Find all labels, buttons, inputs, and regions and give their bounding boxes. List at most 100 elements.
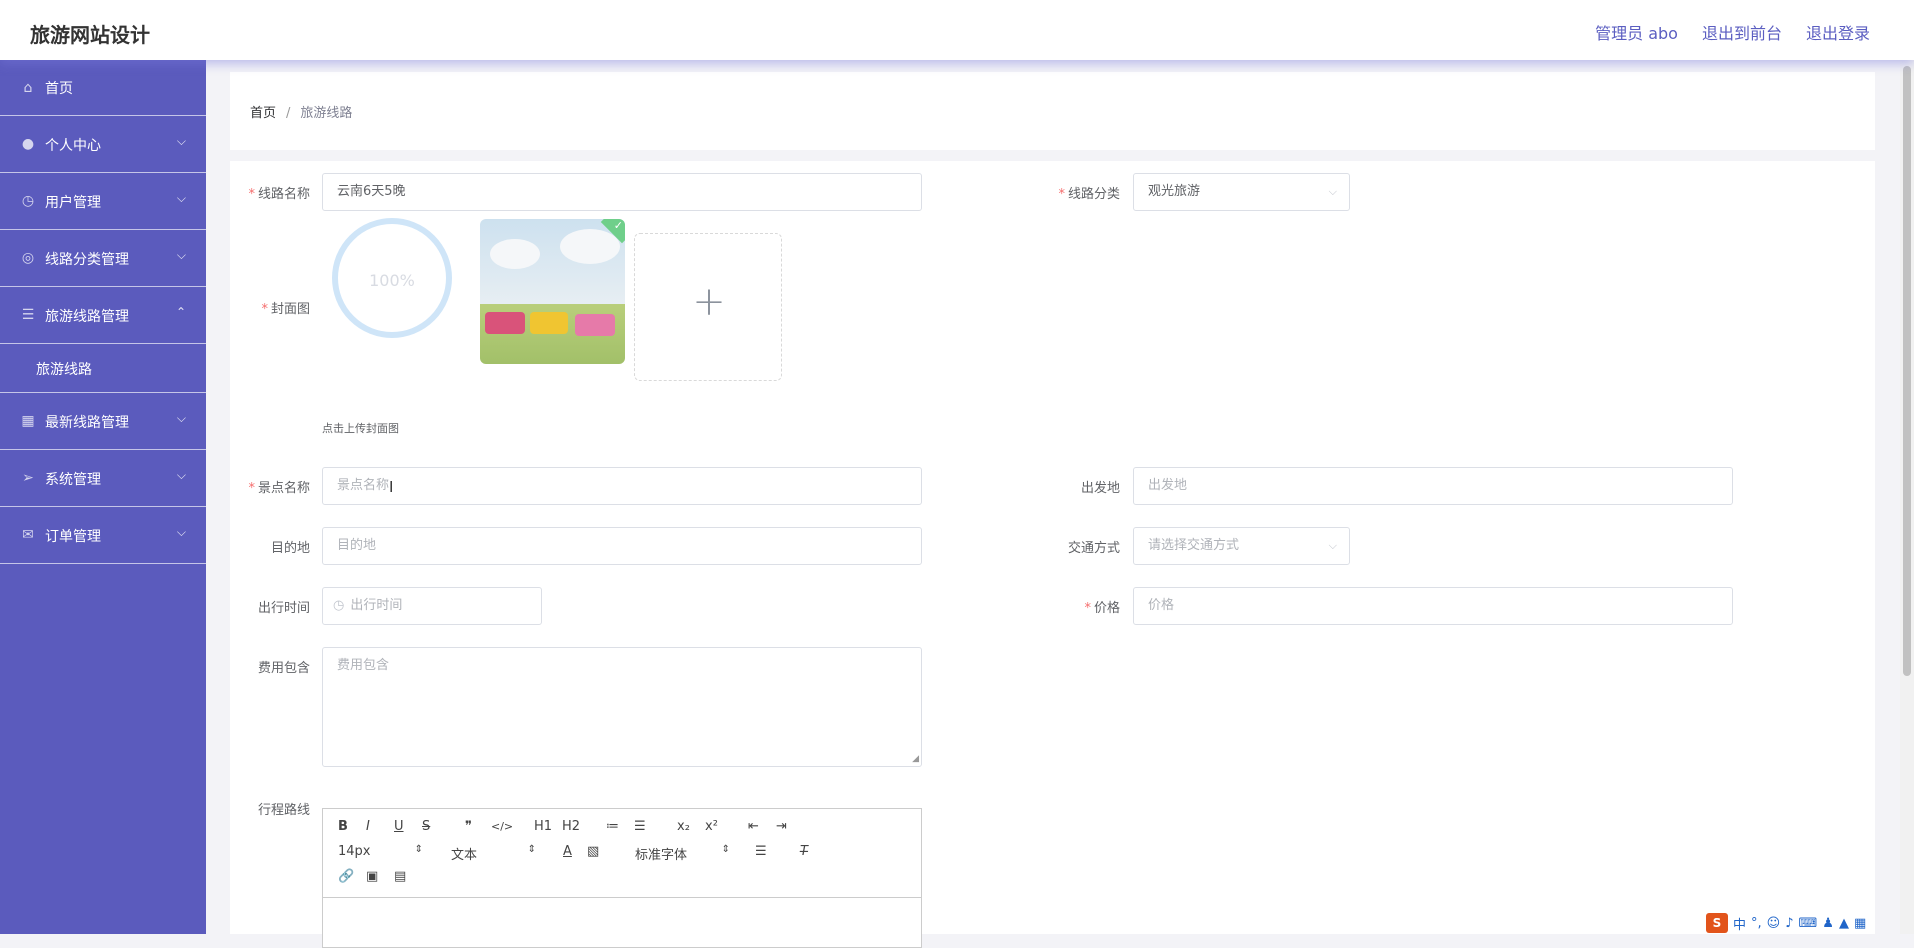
chevron-up-icon: ⌃ xyxy=(175,305,186,319)
underline-button[interactable]: U xyxy=(394,819,404,834)
sidebar-item-route-management[interactable]: ☰ 旅游线路管理 ⌃ xyxy=(0,287,206,344)
price-input[interactable]: 价格 xyxy=(1133,587,1733,625)
exit-to-front-link[interactable]: 退出到前台 xyxy=(1702,20,1782,44)
sidebar-item-latest-routes[interactable]: ▦ 最新线路管理 ⌵ xyxy=(0,393,206,450)
home-icon: ⌂ xyxy=(23,80,33,96)
font-family-select[interactable]: 标准字体 ⇕ xyxy=(635,844,730,863)
compass-icon: ◎ xyxy=(21,250,35,266)
thumb-cloud xyxy=(490,239,540,269)
route-name-input[interactable]: 云南6天5晚 xyxy=(322,173,922,211)
ime-emoji-icon[interactable]: ☺ xyxy=(1767,916,1781,931)
video-icon[interactable]: ▤ xyxy=(394,869,406,884)
chevron-down-icon: ⌵ xyxy=(1328,185,1337,198)
page-scrollbar[interactable] xyxy=(1900,60,1914,934)
italic-button[interactable]: I xyxy=(366,819,370,834)
strike-button[interactable]: S xyxy=(422,819,430,834)
h1-button[interactable]: H1 xyxy=(534,819,552,834)
text-cursor-icon: I xyxy=(389,478,394,496)
font-size-select[interactable]: 14px ⇕ xyxy=(338,844,423,859)
upload-tip: 点击上传封面图 xyxy=(322,422,399,435)
bold-button[interactable]: B xyxy=(338,819,348,834)
link-icon[interactable]: 🔗 xyxy=(338,869,354,884)
outdent-button[interactable]: ⇤ xyxy=(748,819,759,834)
superscript-button[interactable]: x² xyxy=(705,819,718,834)
ordered-list-button[interactable]: ≔ xyxy=(606,819,619,834)
mail-icon: ✉ xyxy=(22,527,34,543)
sidebar-item-routes[interactable]: 旅游线路 xyxy=(0,344,206,393)
sidebar-item-system[interactable]: ➢ 系统管理 ⌵ xyxy=(0,450,206,507)
user-icon: ● xyxy=(21,136,35,152)
depart-time-picker[interactable]: ◷ 出行时间 xyxy=(322,587,542,625)
departure-input[interactable]: 出发地 xyxy=(1133,467,1733,505)
bullet-list-button[interactable]: ☰ xyxy=(634,819,646,834)
chevron-down-icon: ⌵ xyxy=(176,248,186,262)
thumb-cloud xyxy=(560,229,620,264)
sidebar-item-label: 最新线路管理 xyxy=(45,415,129,431)
fee-includes-label: 费用包含 xyxy=(257,661,310,676)
editor-toolbar: B I U S ❞ </> H1 H2 ≔ ☰ x₂ x² ⇤ ⇥ 14px ⇕ … xyxy=(323,809,921,898)
chevron-down-icon: ⌵ xyxy=(176,525,186,539)
breadcrumb: 首页 / 旅游线路 xyxy=(250,102,352,121)
blockquote-button[interactable]: ❞ xyxy=(465,819,472,834)
app-title: 旅游网站设计 xyxy=(30,23,150,47)
itinerary-editor[interactable]: B I U S ❞ </> H1 H2 ≔ ☰ x₂ x² ⇤ ⇥ 14px ⇕ … xyxy=(322,808,922,948)
chevron-down-icon: ⌵ xyxy=(176,134,186,148)
plus-icon: + xyxy=(692,279,726,325)
breadcrumb-panel: 首页 / 旅游线路 xyxy=(230,72,1875,150)
sidebar-item-home[interactable]: ⌂ 首页 xyxy=(0,60,206,116)
sidebar-item-user-management[interactable]: ◷ 用户管理 ⌵ xyxy=(0,173,206,230)
fee-includes-textarea[interactable]: 费用包含 ◢ xyxy=(322,647,922,767)
ime-mic-icon[interactable]: ♪ xyxy=(1785,916,1793,931)
ime-punct-icon[interactable]: °, xyxy=(1751,916,1762,931)
ime-user-icon[interactable]: ♟ xyxy=(1822,916,1834,931)
h2-button[interactable]: H2 xyxy=(562,819,580,834)
sidebar-item-personal-center[interactable]: ● 个人中心 ⌵ xyxy=(0,116,206,173)
breadcrumb-separator: / xyxy=(286,106,291,121)
chevron-down-icon: ⌵ xyxy=(176,468,186,482)
price-label: * 价格 xyxy=(1084,601,1120,616)
scrollbar-thumb[interactable] xyxy=(1903,66,1911,676)
upload-cover-button[interactable]: + xyxy=(634,233,782,381)
admin-user-link[interactable]: 管理员 abo xyxy=(1595,20,1678,44)
clear-format-button[interactable]: T̶ xyxy=(800,844,808,859)
ime-logo-icon[interactable]: S xyxy=(1706,913,1728,933)
ime-menu-icon[interactable]: ▦ xyxy=(1854,916,1866,931)
sidebar-item-orders[interactable]: ✉ 订单管理 ⌵ xyxy=(0,507,206,564)
subscript-button[interactable]: x₂ xyxy=(677,819,690,834)
sidebar-item-label: 旅游线路 xyxy=(36,362,92,378)
header-links: 管理员 abo 退出到前台 退出登录 xyxy=(1595,20,1870,44)
destination-input[interactable]: 目的地 xyxy=(322,527,922,565)
upload-progress-item: 100% xyxy=(322,213,470,361)
ime-skin-icon[interactable]: ▲ xyxy=(1839,916,1849,931)
cover-label: * 封面图 xyxy=(261,302,310,317)
paragraph-select[interactable]: 文本 ⇕ xyxy=(451,844,536,863)
background-color-button[interactable]: ▧ xyxy=(587,844,599,859)
sidebar-item-label: 用户管理 xyxy=(45,195,101,211)
code-button[interactable]: </> xyxy=(491,820,513,833)
sidebar: ⌂ 首页 ● 个人中心 ⌵ ◷ 用户管理 ⌵ ◎ 线路分类管理 ⌵ ☰ 旅游线路… xyxy=(0,60,206,934)
sidebar-item-route-category[interactable]: ◎ 线路分类管理 ⌵ xyxy=(0,230,206,287)
sort-arrows-icon: ⇕ xyxy=(414,844,423,855)
image-icon[interactable]: ▣ xyxy=(366,869,378,884)
resize-handle-icon[interactable]: ◢ xyxy=(912,754,919,764)
breadcrumb-home[interactable]: 首页 xyxy=(250,106,276,121)
spot-name-label: * 景点名称 xyxy=(248,481,310,496)
font-color-button[interactable]: A xyxy=(563,844,572,859)
ime-keyboard-icon[interactable]: ⌨ xyxy=(1799,916,1818,931)
indent-button[interactable]: ⇥ xyxy=(776,819,787,834)
route-category-select[interactable]: 观光旅游 ⌵ xyxy=(1133,173,1350,211)
cover-thumbnail[interactable]: ✓ xyxy=(480,219,625,364)
sort-arrows-icon: ⇕ xyxy=(527,844,536,855)
clock-icon: ◷ xyxy=(21,193,35,209)
destination-label: 目的地 xyxy=(270,541,310,556)
route-category-label: * 线路分类 xyxy=(1058,187,1120,202)
breadcrumb-current: 旅游线路 xyxy=(300,106,353,121)
logout-link[interactable]: 退出登录 xyxy=(1806,20,1870,44)
spot-name-input[interactable]: 景点名称 xyxy=(322,467,922,505)
align-button[interactable]: ☰ xyxy=(755,844,767,859)
clock-icon: ◷ xyxy=(333,598,345,613)
transport-select[interactable]: 请选择交通方式 ⌵ xyxy=(1133,527,1350,565)
ime-lang-indicator[interactable]: 中 xyxy=(1733,914,1746,933)
check-icon: ✓ xyxy=(613,219,623,232)
sliders-icon: ☰ xyxy=(21,307,35,323)
